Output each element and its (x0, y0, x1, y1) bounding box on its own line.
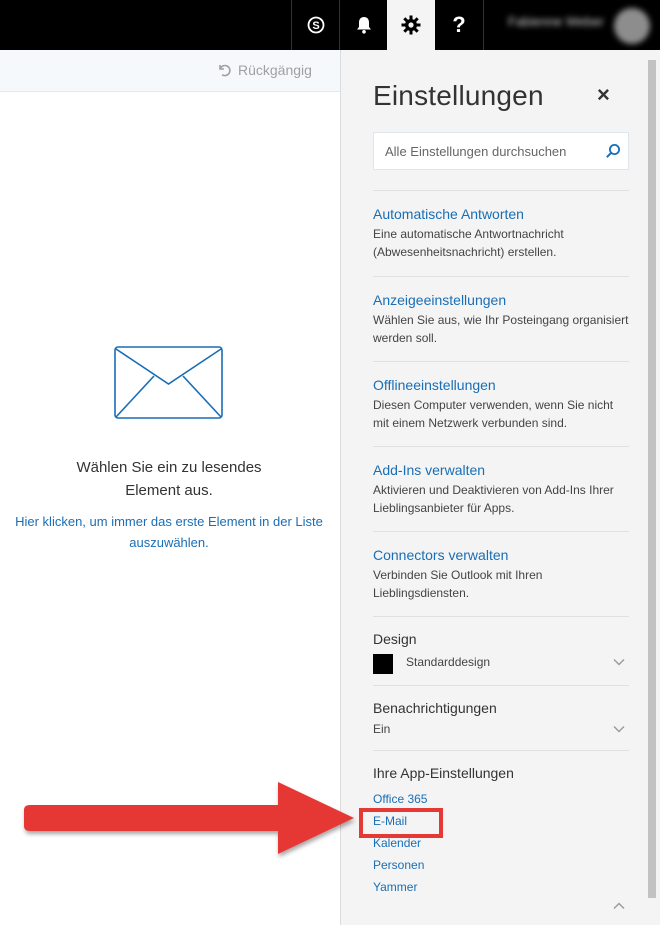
avatar[interactable] (614, 8, 650, 44)
settings-item-desc: Eine automatische Antwortnachricht (Abwe… (373, 227, 564, 259)
design-select[interactable]: Standarddesign (373, 654, 629, 674)
chevron-down-icon[interactable] (613, 725, 625, 733)
settings-item-desc: Verbinden Sie Outlook mit Ihren Liebling… (373, 568, 543, 600)
scrollbar[interactable] (648, 60, 656, 898)
command-bar: Rückgängig (0, 50, 340, 92)
envelope-icon (114, 346, 223, 419)
settings-item-connectors[interactable]: Connectors verwalten Verbinden Sie Outlo… (373, 531, 629, 616)
user-name[interactable]: Fabienne Weber (508, 14, 608, 34)
app-link-office365[interactable]: Office 365 (373, 788, 629, 810)
app-settings-links: Office 365 E-Mail Kalender Personen Yamm… (373, 788, 629, 898)
undo-button[interactable]: Rückgängig (216, 62, 312, 78)
settings-item-offline[interactable]: Offlineeinstellungen Diesen Computer ver… (373, 361, 629, 446)
help-button[interactable]: ? (435, 0, 483, 50)
undo-icon (219, 64, 231, 77)
notifications-button[interactable] (339, 0, 387, 50)
bell-icon (356, 17, 371, 34)
settings-item-auto-replies[interactable]: Automatische Antworten Eine automatische… (373, 190, 629, 276)
app-link-yammer[interactable]: Yammer (373, 876, 629, 898)
settings-item-title[interactable]: Connectors verwalten (373, 546, 629, 564)
settings-button[interactable] (387, 0, 435, 50)
app-link-people[interactable]: Personen (373, 854, 629, 876)
settings-item-desc: Aktivieren und Deaktivieren von Add-Ins … (373, 483, 614, 515)
theme-swatch (373, 654, 393, 674)
select-first-item-link-text: Hier klicken, um immer das erste Element… (15, 514, 323, 550)
settings-design[interactable]: Design Standarddesign (373, 616, 629, 685)
settings-title: Einstellungen (373, 80, 544, 111)
help-icon: ? (452, 12, 466, 37)
highlight-box (359, 808, 443, 838)
settings-item-desc: Diesen Computer verwenden, wenn Sie nich… (373, 398, 614, 430)
settings-item-title[interactable]: Anzeigeeinstellungen (373, 291, 629, 309)
design-value: Standarddesign (406, 655, 491, 669)
svg-text:S: S (312, 20, 319, 32)
skype-icon: S (307, 16, 324, 34)
notifications-value: Ein (373, 722, 391, 736)
settings-item-display[interactable]: Anzeigeeinstellungen Wählen Sie aus, wie… (373, 276, 629, 361)
app-settings-label: Ihre App-Einstellungen (373, 765, 514, 781)
settings-item-title[interactable]: Add-Ins verwalten (373, 461, 629, 479)
notifications-label: Benachrichtigungen (373, 700, 497, 716)
undo-label: Rückgängig (238, 62, 312, 78)
topbar-divider (483, 0, 484, 50)
settings-search (373, 132, 629, 170)
close-icon[interactable]: × (597, 84, 610, 106)
chevron-up-icon[interactable] (613, 902, 625, 910)
settings-item-addins[interactable]: Add-Ins verwalten Aktivieren und Deaktiv… (373, 446, 629, 531)
gear-icon (401, 15, 421, 35)
notifications-select[interactable]: Ein (373, 721, 629, 741)
top-bar: S ? Fabienne Weber (0, 0, 660, 50)
settings-item-desc: Wählen Sie aus, wie Ihr Posteingang orga… (373, 313, 629, 345)
settings-item-title[interactable]: Offlineeinstellungen (373, 376, 629, 394)
skype-button[interactable]: S (291, 0, 339, 50)
settings-item-title[interactable]: Automatische Antworten (373, 205, 629, 223)
empty-state-message: Wählen Sie ein zu lesendes Element aus. (0, 456, 338, 502)
chevron-down-icon[interactable] (613, 658, 625, 666)
select-first-item-link[interactable]: Hier klicken, um immer das erste Element… (0, 511, 338, 553)
settings-search-input[interactable] (374, 133, 599, 169)
search-icon[interactable] (605, 143, 621, 159)
settings-notifications[interactable]: Benachrichtigungen Ein (373, 685, 629, 750)
annotation-arrow (24, 782, 354, 854)
empty-state-title: Wählen Sie ein zu lesendes Element aus. (76, 459, 262, 499)
settings-panel: Einstellungen × Automatische Antworten E… (340, 50, 660, 925)
design-label: Design (373, 631, 417, 647)
